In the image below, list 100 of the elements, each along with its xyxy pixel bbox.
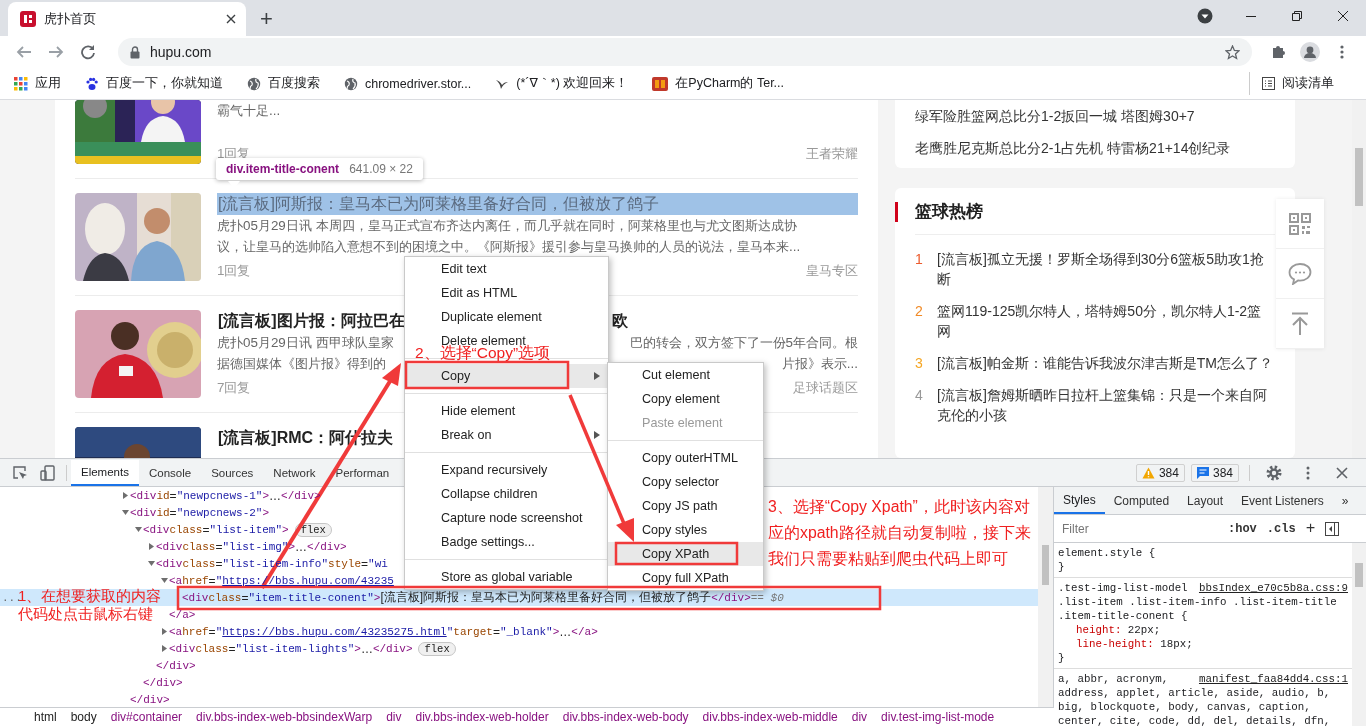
avatar-icon[interactable] <box>1300 42 1320 62</box>
css-declaration[interactable]: height: 22px; <box>1058 623 1348 637</box>
hov-button[interactable]: :hov <box>1228 521 1257 536</box>
ranking-link[interactable]: 篮网119-125凯尔特人，塔特姆50分，凯尔特人1-2篮网 <box>937 301 1273 341</box>
breadcrumb[interactable]: div <box>386 710 402 724</box>
apps-icon <box>14 76 28 91</box>
breadcrumb[interactable]: div#container <box>110 710 183 724</box>
menu-item[interactable]: Copy styles <box>608 518 763 542</box>
styles-tab[interactable]: Styles <box>1054 487 1105 514</box>
devtools-tab[interactable]: Console <box>138 459 202 486</box>
menu-item[interactable]: Copy element <box>608 387 763 411</box>
css-declaration[interactable]: line-height: 18px; <box>1058 637 1348 651</box>
headline-link[interactable]: 老鹰胜尼克斯总比分2-1占先机 特雷杨21+14创纪录 <box>915 132 1275 164</box>
menu-item[interactable]: Cut element <box>608 363 763 387</box>
back-to-top-icon[interactable] <box>1290 311 1310 336</box>
forward-icon[interactable] <box>48 44 64 60</box>
bookmark[interactable]: (*´∇｀*) 欢迎回来！ <box>495 72 637 95</box>
styles-tab[interactable]: Event Listeners <box>1232 487 1333 514</box>
menu-item[interactable]: Copy selector <box>608 470 763 494</box>
menu-item[interactable]: Duplicate element <box>405 305 608 329</box>
rank-number: 1 <box>915 250 924 269</box>
menu-item[interactable]: Capture node screenshot <box>405 506 608 530</box>
device-icon[interactable] <box>40 464 56 481</box>
star-icon[interactable] <box>1225 44 1240 60</box>
bookmark[interactable]: 百度一下，你就知道 <box>85 72 231 95</box>
menu-item[interactable]: Hide element <box>405 399 608 423</box>
breadcrumb[interactable]: div.bbs-index-web-bbsindexWarp <box>196 710 373 724</box>
source-link[interactable]: manifest_faa84dd4.css:1 <box>1198 672 1348 686</box>
chat-icon[interactable] <box>1288 262 1312 285</box>
breadcrumb[interactable]: div.bbs-index-web-middle <box>702 710 838 724</box>
cls-button[interactable]: .cls <box>1266 521 1296 536</box>
dropdown-icon[interactable] <box>1197 8 1213 24</box>
more-tabs-button[interactable]: » <box>1332 487 1358 514</box>
devtools-tab[interactable]: Sources <box>201 459 264 486</box>
sidebar-toggle-icon[interactable] <box>1325 521 1340 536</box>
more-icon[interactable] <box>1340 44 1344 60</box>
devtools-tab[interactable]: Elements <box>71 459 139 486</box>
tree-row[interactable]: </div> <box>134 676 183 689</box>
headline-link[interactable]: 绿军险胜篮网总比分1-2扳回一城 塔图姆30+7 <box>915 100 1275 132</box>
tree-row[interactable]: <divclass="list-item-lights">…</div> <box>160 641 413 656</box>
menu-item[interactable]: Copy outerHTML <box>608 446 763 470</box>
tree-row[interactable]: </div> <box>147 659 196 672</box>
breadcrumb[interactable]: html <box>34 710 57 724</box>
menu-item[interactable]: Store as global variable <box>405 565 608 589</box>
menu-item[interactable]: Expand recursively <box>405 458 608 482</box>
breadcrumb[interactable]: div.bbs-index-web-body <box>562 710 689 724</box>
tree-row[interactable]: <divid="newpcnews-2"> <box>121 505 270 520</box>
new-rule-button[interactable]: + <box>1305 519 1316 538</box>
bookmark[interactable]: 百度搜索 <box>247 72 328 95</box>
ranking-link[interactable]: [流言板]帕金斯：谁能告诉我波尔津吉斯是TM怎么了？ <box>937 353 1273 373</box>
close-icon[interactable] <box>1338 11 1348 21</box>
tree-row[interactable]: </div> <box>121 693 170 706</box>
reload-icon[interactable] <box>80 44 96 60</box>
bookmark[interactable]: 应用 <box>14 72 69 95</box>
scrollbar[interactable] <box>1038 487 1054 707</box>
reading-list-button[interactable]: 阅读清单 <box>1262 72 1342 95</box>
breadcrumb[interactable]: body <box>70 710 97 724</box>
tree-row[interactable]: <divclass="item-title-conent">[流言板]阿斯报：皇马本已为阿莱格里备好合同，但被放了鸽子</div>== $0 <box>173 589 784 606</box>
flex-badge[interactable]: flex <box>418 641 456 656</box>
breadcrumb[interactable]: div <box>851 710 868 724</box>
styles-tab[interactable]: Layout <box>1178 487 1233 514</box>
browser-tab[interactable]: 虎扑首页 <box>8 2 246 36</box>
settings-icon[interactable] <box>1266 464 1282 481</box>
breadcrumb[interactable]: div.bbs-index-web-holder <box>415 710 549 724</box>
tree-row[interactable]: </a> <box>160 608 196 621</box>
menu-item[interactable]: Copy JS path <box>608 494 763 518</box>
ranking-link[interactable]: [流言板]孤立无援！罗斯全场得到30分6篮板5助攻1抢断 <box>937 249 1273 289</box>
warning-icon <box>1141 466 1155 479</box>
styles-tab[interactable]: Computed <box>1104 487 1179 514</box>
restore-icon[interactable] <box>1292 11 1302 21</box>
scrollbar[interactable] <box>1352 543 1366 726</box>
inspect-icon[interactable] <box>12 464 28 481</box>
news-title[interactable]: 欧 <box>610 310 629 332</box>
menu-item[interactable]: Badge settings... <box>405 530 608 554</box>
more-icon[interactable] <box>1306 465 1310 480</box>
close-icon[interactable] <box>226 14 236 24</box>
ranking-link[interactable]: [流言板]詹姆斯晒昨日拉杆上篮集锦：只是一个来自阿克伦的小孩 <box>937 385 1273 425</box>
tree-row[interactable]: <divclass="list-img">…</div> <box>147 539 347 554</box>
breadcrumb[interactable]: div.test-img-list-mode <box>881 710 995 724</box>
menu-item[interactable]: Break on <box>405 423 608 447</box>
tree-row[interactable]: <ahref="https://bbs.hupu.com/43235275.html"target="_blank">…</a> <box>160 624 598 639</box>
qr-code-icon[interactable] <box>1289 212 1311 235</box>
bookmark[interactable]: 在PyCharm的 Ter... <box>652 72 793 95</box>
menu-item[interactable]: Collapse children <box>405 482 608 506</box>
menu-item[interactable]: Copy <box>405 364 608 388</box>
back-icon[interactable] <box>16 44 32 60</box>
bookmark[interactable]: chromedriver.stor... <box>344 73 480 94</box>
warning-count[interactable]: 384 <box>1135 463 1185 482</box>
menu-item[interactable]: Edit as HTML <box>405 281 608 305</box>
news-title[interactable]: [流言板]图片报：阿拉巴在 <box>217 310 406 332</box>
devtools-tab[interactable]: Network <box>263 459 326 486</box>
address-field[interactable]: hupu.com <box>118 38 1252 66</box>
menu-item[interactable]: Edit text <box>405 257 608 281</box>
source-link[interactable]: bbsIndex_e70c5b8a.css:9 <box>1198 581 1348 595</box>
close-icon[interactable] <box>1336 466 1348 479</box>
new-tab-button[interactable]: + <box>260 8 273 30</box>
puzzle-icon[interactable] <box>1270 44 1286 60</box>
tree-row[interactable]: <divclass="list-item"> <box>134 522 289 537</box>
message-count[interactable]: 384 <box>1190 463 1239 482</box>
devtools-tab[interactable]: Performan <box>325 459 400 486</box>
